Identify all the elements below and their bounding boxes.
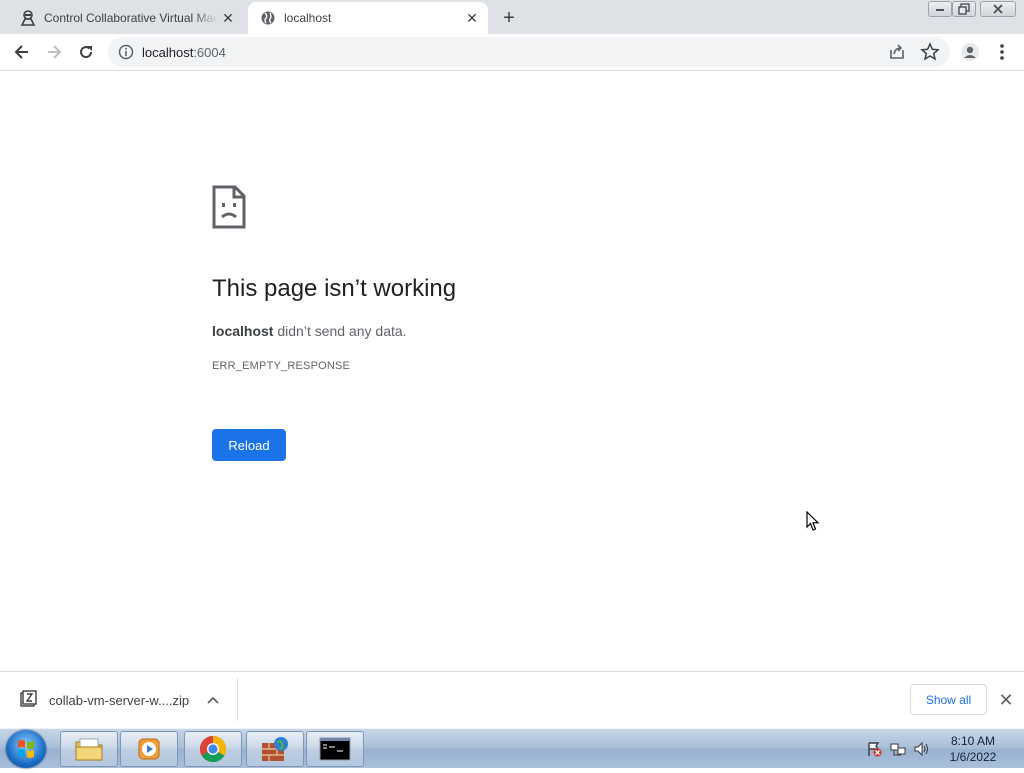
tab-control-collaborative-vm[interactable]: Control Collaborative Virtual Machine ✕ xyxy=(8,2,244,34)
download-file-name[interactable]: collab-vm-server-w....zip xyxy=(49,693,189,708)
tab-strip: Control Collaborative Virtual Machine ✕ … xyxy=(0,0,1024,34)
url-port: :6004 xyxy=(193,45,226,60)
tab-localhost[interactable]: localhost ✕ xyxy=(248,2,488,34)
command-prompt-icon xyxy=(319,737,351,761)
taskbar-firewall[interactable] xyxy=(246,731,304,767)
error-title: This page isn’t working xyxy=(212,275,457,302)
menu-button[interactable] xyxy=(990,40,1014,64)
browser-toolbar: localhost:6004 xyxy=(0,34,1024,71)
explorer-icon xyxy=(75,738,103,761)
action-center-flag-icon[interactable] xyxy=(866,741,882,757)
volume-icon[interactable] xyxy=(914,741,930,757)
error-host: localhost xyxy=(212,323,274,339)
clock-time: 8:10 AM xyxy=(950,734,996,748)
forward-arrow-icon xyxy=(48,45,62,59)
back-button[interactable] xyxy=(10,40,34,64)
error-message: localhost didn’t send any data. xyxy=(212,323,407,339)
firewall-globe-icon xyxy=(262,737,288,761)
tab-close-icon[interactable]: ✕ xyxy=(218,8,238,28)
error-code: ERR_EMPTY_RESPONSE xyxy=(212,360,351,372)
clock-date: 1/6/2022 xyxy=(949,750,997,764)
window-close-button[interactable] xyxy=(980,1,1016,17)
globe-icon xyxy=(260,10,276,26)
tab-close-icon[interactable]: ✕ xyxy=(462,8,482,28)
close-icon xyxy=(993,4,1003,14)
chrome-icon xyxy=(199,735,227,763)
info-icon[interactable] xyxy=(118,44,134,60)
shelf-close-icon[interactable]: ✕ xyxy=(996,690,1016,710)
download-options-button[interactable] xyxy=(204,691,222,709)
refresh-icon xyxy=(80,46,93,59)
windows-taskbar: 8:10 AM 1/6/2022 xyxy=(0,728,1024,768)
profile-button[interactable] xyxy=(958,40,982,64)
media-player-icon xyxy=(138,738,160,760)
address-bar[interactable]: localhost:6004 xyxy=(108,37,950,67)
vm-agent-icon xyxy=(20,10,36,26)
profile-avatar-icon xyxy=(961,43,979,61)
zip-file-icon[interactable] xyxy=(19,690,37,708)
new-tab-button[interactable]: + xyxy=(498,7,520,29)
system-clock[interactable]: 8:10 AM 1/6/2022 xyxy=(940,733,1006,765)
minimize-icon xyxy=(936,9,944,11)
back-arrow-icon xyxy=(14,45,28,59)
show-all-button[interactable]: Show all xyxy=(910,684,987,715)
bookmark-star-icon[interactable] xyxy=(920,42,940,62)
forward-button[interactable] xyxy=(42,40,66,64)
taskbar-media-player[interactable] xyxy=(120,731,178,767)
chevron-up-icon xyxy=(207,696,219,704)
kebab-menu-icon xyxy=(1000,44,1004,60)
page-content: This page isn’t working localhost didn’t… xyxy=(0,71,1024,671)
minimize-button[interactable] xyxy=(928,1,952,17)
share-icon[interactable] xyxy=(888,43,906,61)
taskbar-command-prompt[interactable] xyxy=(306,731,364,767)
taskbar-chrome[interactable] xyxy=(184,731,242,767)
taskbar-explorer[interactable] xyxy=(60,731,118,767)
url-host: localhost xyxy=(142,45,194,60)
divider xyxy=(237,678,238,721)
tab-title: Control Collaborative Virtual Machine xyxy=(44,11,218,25)
restore-button[interactable] xyxy=(952,1,976,17)
download-shelf: collab-vm-server-w....zip Show all ✕ xyxy=(0,671,1024,728)
mouse-cursor-icon xyxy=(806,511,820,531)
network-icon[interactable] xyxy=(890,741,906,757)
url-text: localhost:6004 xyxy=(142,45,226,60)
restore-icon xyxy=(958,3,970,15)
windows-logo-icon xyxy=(18,740,34,758)
reload-toolbar-button[interactable] xyxy=(74,40,98,64)
tab-title: localhost xyxy=(284,11,332,25)
sad-document-icon xyxy=(212,185,246,229)
start-button[interactable] xyxy=(6,730,46,768)
reload-button[interactable]: Reload xyxy=(212,429,286,461)
error-message-text: didn’t send any data. xyxy=(273,323,407,339)
